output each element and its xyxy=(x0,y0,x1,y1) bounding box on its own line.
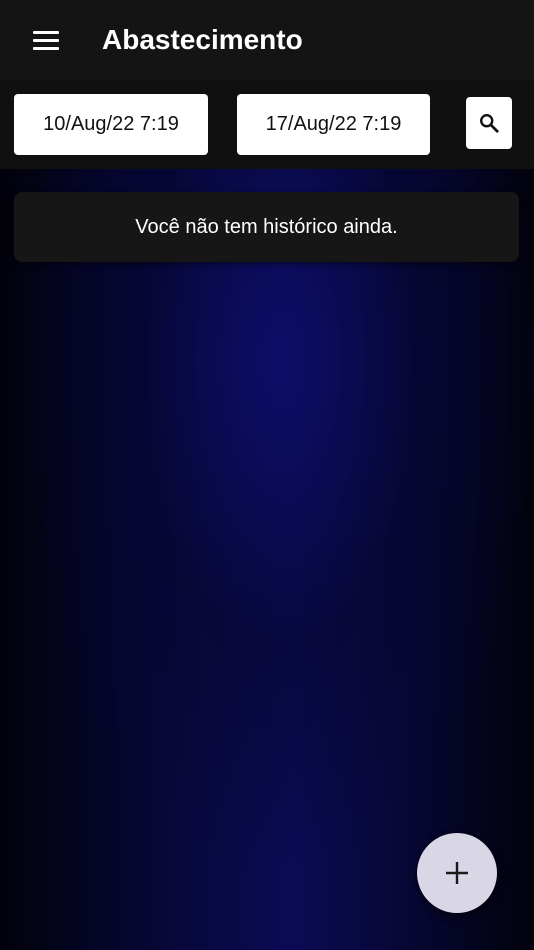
end-date-field[interactable]: 17/Aug/22 7:19 xyxy=(237,94,430,155)
hamburger-menu-icon-line xyxy=(33,46,59,50)
start-date-field[interactable]: 10/Aug/22 7:19 xyxy=(14,94,208,155)
search-icon xyxy=(480,114,499,133)
date-filter-bar: 10/Aug/22 7:19 17/Aug/22 7:19 xyxy=(0,80,534,169)
page-title: Abastecimento xyxy=(102,24,303,55)
hamburger-menu-icon xyxy=(33,30,59,34)
empty-history-message: Você não tem histórico ainda. xyxy=(135,215,398,238)
end-date-value: 17/Aug/22 7:19 xyxy=(265,113,402,135)
add-button[interactable] xyxy=(417,833,497,913)
search-button[interactable] xyxy=(466,97,512,149)
app-bar: Abastecimento xyxy=(0,0,534,80)
menu-button[interactable] xyxy=(22,20,70,60)
plus-icon xyxy=(446,862,468,884)
app-screen: Abastecimento 10/Aug/22 7:19 17/Aug/22 7… xyxy=(0,0,534,950)
hamburger-menu-icon-line xyxy=(33,38,59,42)
empty-history-card: Você não tem histórico ainda. xyxy=(14,192,519,262)
start-date-value: 10/Aug/22 7:19 xyxy=(43,113,179,135)
